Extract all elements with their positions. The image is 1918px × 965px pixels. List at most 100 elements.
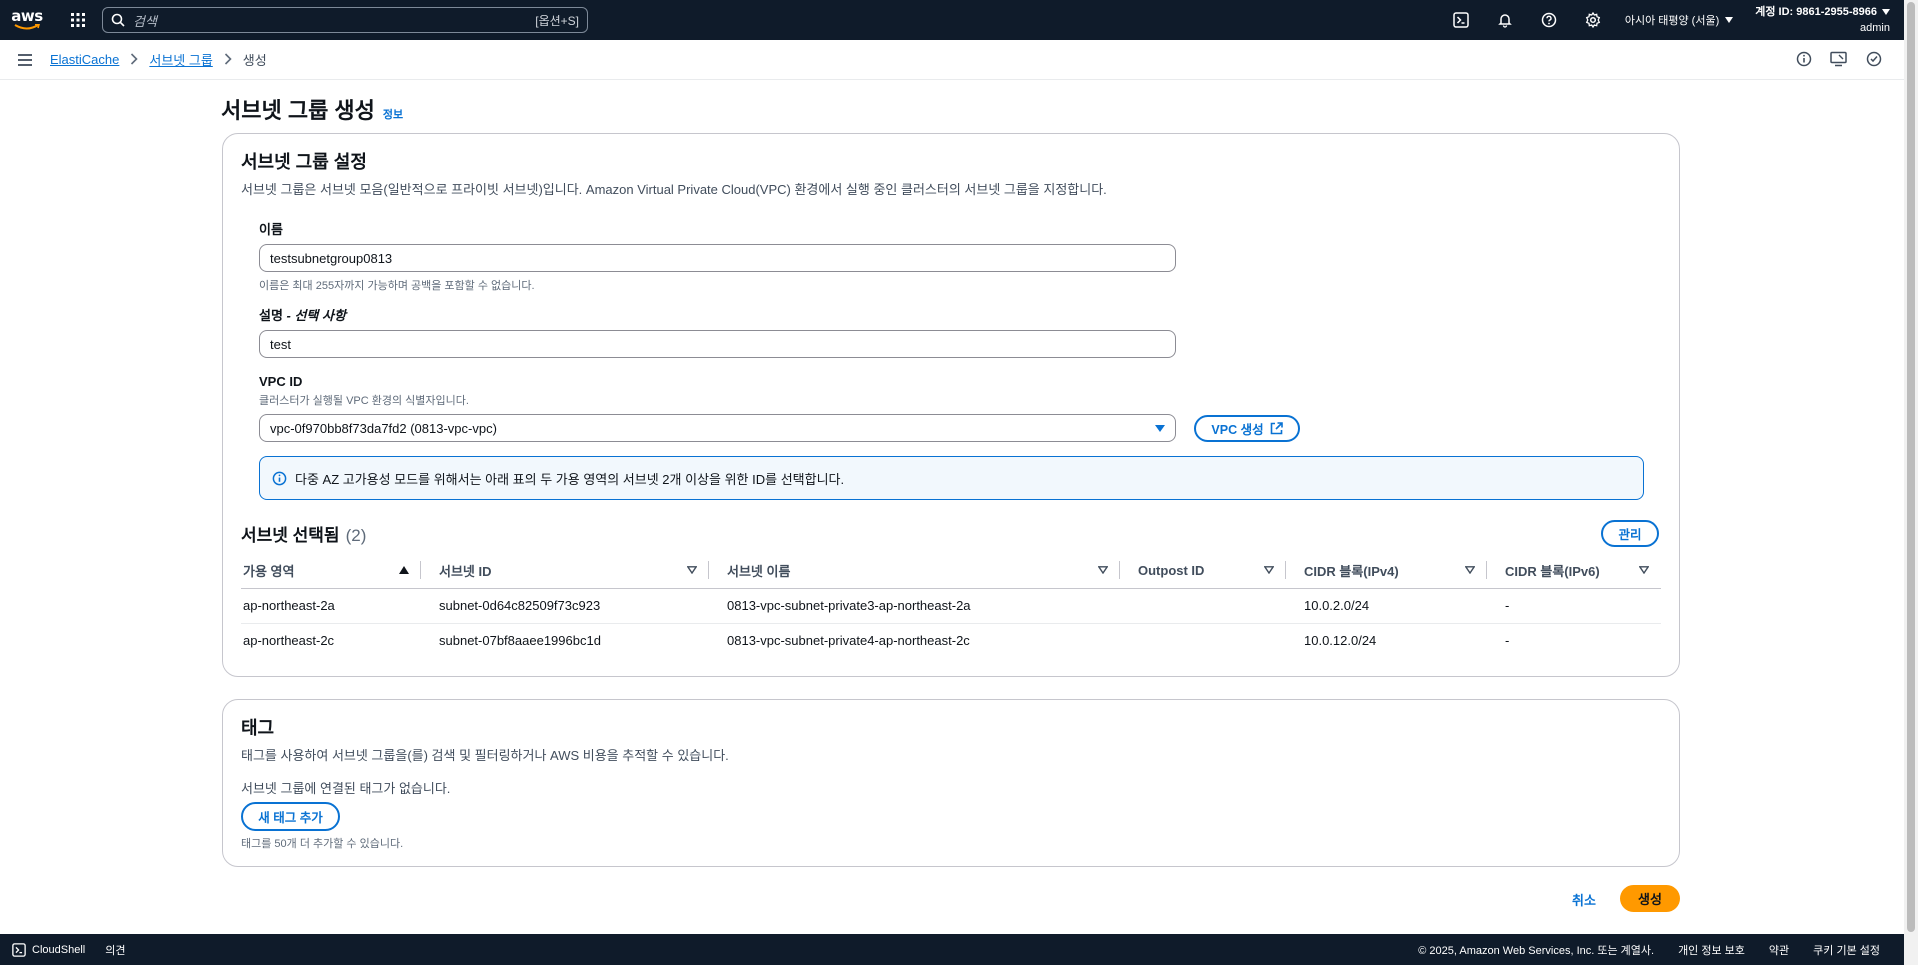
subnets-title: 서브넷 선택됨: [241, 526, 340, 545]
cell-cidr-ipv4: 10.0.2.0/24: [1286, 588, 1487, 624]
create-button[interactable]: 생성: [1620, 885, 1680, 912]
description-value: test: [270, 336, 291, 352]
vpc-select[interactable]: vpc-0f970bb8f73da7fd2 (0813-vpc-vpc): [259, 414, 1176, 442]
terms-link[interactable]: 약관: [1769, 942, 1789, 958]
sort-icon: [1638, 562, 1650, 577]
info-icon: [272, 471, 287, 485]
tutorial-icon[interactable]: [1866, 51, 1882, 70]
cell-subnet-name: 0813-vpc-subnet-private4-ap-northeast-2c: [727, 633, 970, 649]
search-placeholder: 검색: [133, 13, 157, 29]
cell-subnet-id: subnet-07bf8aaee1996bc1d: [439, 633, 601, 649]
tags-title: 태그: [241, 718, 275, 738]
cell-cidr-ipv4: 10.0.12.0/24: [1304, 633, 1377, 649]
menu-hamburger-icon[interactable]: [0, 53, 50, 67]
breadcrumb-elasticache[interactable]: ElastiCache: [50, 52, 119, 67]
vertical-scrollbar[interactable]: [1904, 0, 1918, 965]
cell-availability-zone: ap-northeast-2a: [241, 588, 421, 624]
page-title: 서브넷 그룹 생성: [221, 98, 375, 123]
info-panel-icon[interactable]: [1796, 51, 1812, 70]
cell-subnet-id: subnet-0d64c82509f73c923: [421, 588, 709, 624]
settings-gear-icon[interactable]: [1571, 0, 1615, 40]
region-selector[interactable]: 아시아 태평양 (서울): [1625, 12, 1734, 28]
settings-title: 서브넷 그룹 설정: [241, 152, 367, 172]
feedback-link[interactable]: 의견: [105, 942, 125, 958]
account-user: admin: [1860, 22, 1890, 34]
page-info-link[interactable]: 정보: [383, 106, 403, 122]
column-cidr-ipv6[interactable]: CIDR 블록(IPv6): [1487, 553, 1661, 589]
copyright-text: © 2025, Amazon Web Services, Inc. 또는 계열사…: [1418, 944, 1655, 957]
cloudshell-icon[interactable]: [1439, 0, 1483, 40]
privacy-link[interactable]: 개인 정보 보호: [1678, 942, 1745, 958]
tags-panel: 태그 태그를 사용하여 서브넷 그룹을(를) 검색 및 필터링하거나 AWS 비…: [222, 699, 1680, 867]
caret-down-icon: [1725, 17, 1734, 23]
search-input[interactable]: 검색 [옵션+S]: [102, 7, 588, 33]
name-label: 이름: [259, 222, 283, 237]
external-link-icon: [1270, 421, 1283, 434]
tags-description: 태그를 사용하여 서브넷 그룹을(를) 검색 및 필터링하거나 AWS 비용을 …: [241, 748, 729, 763]
table-row: ap-northeast-2c subnet-07bf8aaee1996bc1d…: [241, 623, 1661, 658]
tags-hint: 태그를 50개 더 추가할 수 있습니다.: [241, 838, 404, 850]
account-menu[interactable]: 계정 ID: 9861-2955-8966 admin: [1755, 4, 1890, 36]
vpc-create-label: VPC 생성: [1211, 422, 1264, 437]
column-subnet-id[interactable]: 서브넷 ID: [421, 553, 709, 589]
column-subnet-name[interactable]: 서브넷 이름: [709, 553, 1120, 589]
page-header: 서브넷 그룹 생성 정보: [221, 93, 403, 125]
breadcrumb-current: 생성: [242, 53, 267, 68]
sort-icon: [1097, 562, 1109, 577]
description-optional-text: - 선택 사항: [282, 308, 346, 323]
cell-availability-zone: ap-northeast-2c: [243, 633, 335, 649]
sort-icon: [1263, 562, 1275, 577]
cell-cidr-ipv6: -: [1487, 588, 1661, 624]
caret-down-icon: [1155, 424, 1165, 432]
scrollbar-thumb[interactable]: [1907, 2, 1915, 932]
subnets-count: (2): [345, 526, 367, 545]
vpc-id-label: VPC ID: [259, 374, 303, 389]
notifications-bell-icon[interactable]: [1483, 0, 1527, 40]
aws-logo[interactable]: aws: [0, 0, 54, 40]
search-icon: [111, 13, 125, 27]
cookie-preferences-link[interactable]: 쿠키 기본 설정: [1813, 942, 1880, 958]
cell-outpost-id: [1120, 623, 1286, 658]
chevron-right-icon: [224, 52, 232, 68]
footer: CloudShell 의견 © 2025, Amazon Web Service…: [0, 934, 1904, 965]
feedback-screen-icon[interactable]: [1830, 51, 1848, 70]
subnets-table: 가용 영역 서브넷 ID 서브넷 이름 Outpost ID CIDR 블록(I…: [241, 553, 1661, 658]
name-hint: 이름은 최대 255자까지 가능하며 공백을 포함할 수 없습니다.: [259, 280, 535, 292]
search-shortcut: [옵션+S]: [535, 13, 579, 28]
help-icon[interactable]: [1527, 0, 1571, 40]
cloudshell-label: CloudShell: [32, 943, 86, 956]
table-row: ap-northeast-2a subnet-0d64c82509f73c923…: [241, 588, 1661, 624]
breadcrumb-bar: ElastiCache 서브넷 그룹 생성: [0, 40, 1904, 80]
alert-text: 다중 AZ 고가용성 모드를 위해서는 아래 표의 두 가용 영역의 서브넷 2…: [295, 471, 845, 487]
column-label: 서브넷 이름: [727, 563, 791, 579]
settings-description: 서브넷 그룹은 서브넷 모음(일반적으로 프라이빗 서브넷)입니다. Amazo…: [241, 182, 1107, 197]
breadcrumb: ElastiCache 서브넷 그룹 생성: [50, 50, 267, 69]
breadcrumb-subnet-groups[interactable]: 서브넷 그룹: [149, 50, 212, 69]
cell-cidr-ipv6: -: [1505, 633, 1510, 649]
caret-down-icon: [1882, 9, 1890, 15]
column-availability-zone[interactable]: 가용 영역: [241, 553, 421, 589]
add-tag-button[interactable]: 새 태그 추가: [241, 802, 340, 831]
account-id: 계정 ID: 9861-2955-8966: [1755, 6, 1877, 18]
top-navigation: aws 검색 [옵션+S] 아시아 태평양 (서울) 계정 ID: 9861-2…: [0, 0, 1904, 40]
manage-subnets-button[interactable]: 관리: [1601, 520, 1659, 547]
table-header-row: 가용 영역 서브넷 ID 서브넷 이름 Outpost ID CIDR 블록(I…: [241, 553, 1661, 589]
name-field[interactable]: testsubnetgroup0813: [259, 244, 1176, 272]
cloudshell-icon: [12, 942, 26, 957]
subnet-group-settings-panel: 서브넷 그룹 설정 서브넷 그룹은 서브넷 모음(일반적으로 프라이빗 서브넷)…: [222, 133, 1680, 677]
sort-ascending-icon: [399, 562, 409, 577]
aws-smile-icon: [14, 24, 40, 30]
column-cidr-ipv4[interactable]: CIDR 블록(IPv4): [1286, 553, 1487, 589]
column-outpost-id[interactable]: Outpost ID: [1120, 553, 1286, 589]
description-label-text: 설명: [259, 308, 283, 323]
cloudshell-button[interactable]: CloudShell: [12, 942, 86, 957]
sort-icon: [686, 562, 698, 577]
chevron-right-icon: [130, 52, 139, 68]
sort-icon: [1464, 562, 1476, 577]
description-field[interactable]: test: [259, 330, 1176, 358]
services-menu-icon[interactable]: [60, 0, 96, 40]
vpc-create-button[interactable]: VPC 생성: [1194, 414, 1300, 442]
aws-logo-text: aws: [11, 7, 43, 25]
cancel-button[interactable]: 취소: [1572, 890, 1596, 909]
name-value: testsubnetgroup0813: [270, 250, 393, 266]
